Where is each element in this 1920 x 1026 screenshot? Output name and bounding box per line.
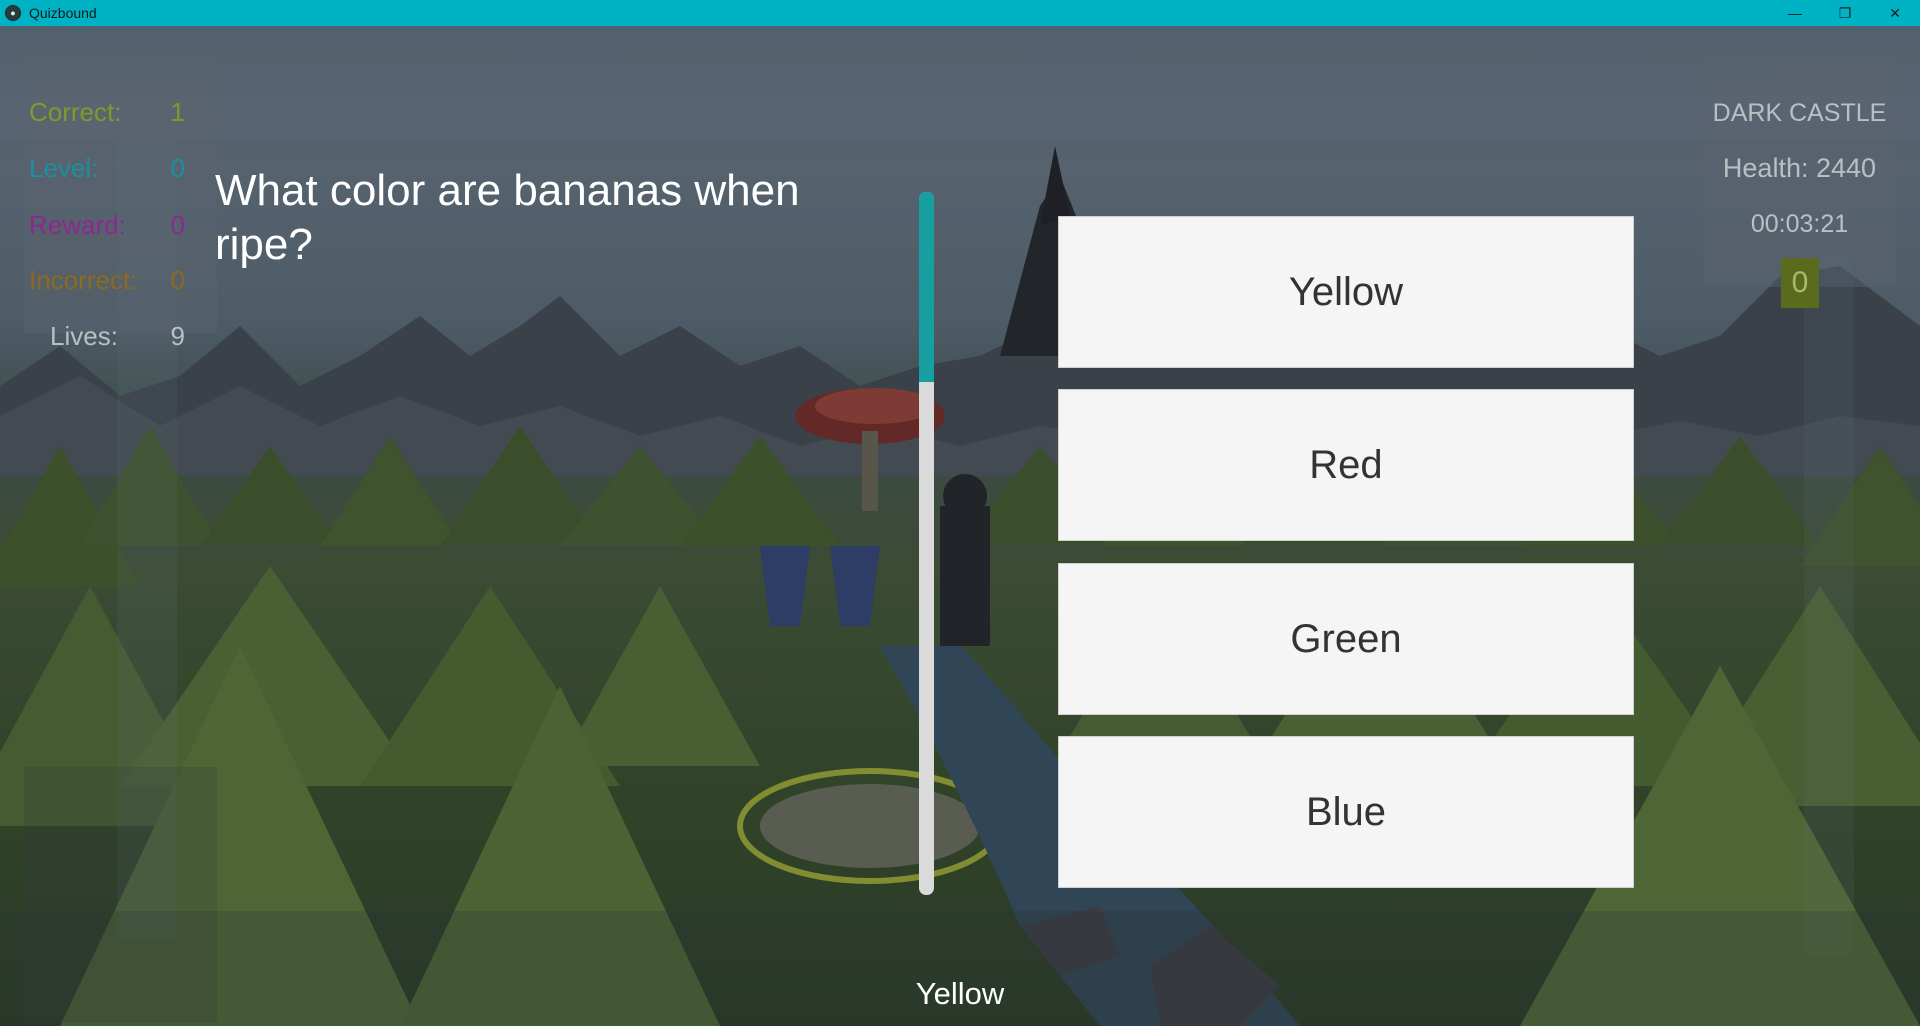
answer-button-1[interactable]: Yellow [1058,216,1634,368]
stat-lives: Lives: 9 [24,321,217,361]
answer-button-3[interactable]: Green [1058,563,1634,715]
game-scene: Correct: 1 Level: 0 Reward: 0 Incorrect:… [0,26,1920,1026]
enemy-info-panel: DARK CASTLE Health: 2440 00:03:21 0 [1703,55,1896,308]
zone-name: DARK CASTLE [1712,99,1887,127]
stat-incorrect-value: 0 [170,265,185,295]
question-scrollbar[interactable] [919,192,934,895]
answer-button-4[interactable]: Blue [1058,736,1634,888]
stat-incorrect-label: Incorrect: [29,265,138,295]
window-title: Quizbound [29,5,97,21]
top-band [0,26,1920,140]
stat-level-value: 0 [170,153,185,183]
health-label: Health: [1722,153,1809,183]
stat-level: Level: 0 [24,153,217,193]
stat-lives-label: Lives: [50,321,118,351]
stat-reward-label: Reward: [29,210,126,240]
stat-reward: Reward: 0 [24,210,217,250]
title-bar: ● Quizbound — ❐ ✕ [0,0,1920,26]
game-timer: 00:03:21 [1750,210,1849,238]
selected-answer-text: Yellow [915,976,1005,1011]
minimize-button[interactable]: — [1770,0,1820,26]
stat-level-label: Level: [29,153,99,183]
stat-incorrect: Incorrect: 0 [24,265,217,305]
player-stats-panel: Correct: 1 Level: 0 Reward: 0 Incorrect:… [24,55,217,351]
enemy-health: Health: 2440 [1703,153,1896,184]
answer-button-2[interactable]: Red [1058,389,1634,541]
app-icon: ● [5,5,21,21]
restore-button[interactable]: ❐ [1820,0,1870,26]
stat-lives-value: 9 [170,321,185,351]
stat-reward-value: 0 [170,210,185,240]
question-text: What color are bananas when ripe? [215,166,800,269]
right-strip [1804,256,1854,956]
health-value: 2440 [1816,153,1877,183]
stat-correct: Correct: 1 [24,97,217,137]
score-box: 0 [1781,258,1819,308]
scrollbar-thumb[interactable] [919,192,934,382]
window-controls: — ❐ ✕ [1770,0,1920,26]
close-button[interactable]: ✕ [1870,0,1920,26]
stat-correct-label: Correct: [29,97,122,127]
stat-correct-value: 1 [170,97,185,127]
